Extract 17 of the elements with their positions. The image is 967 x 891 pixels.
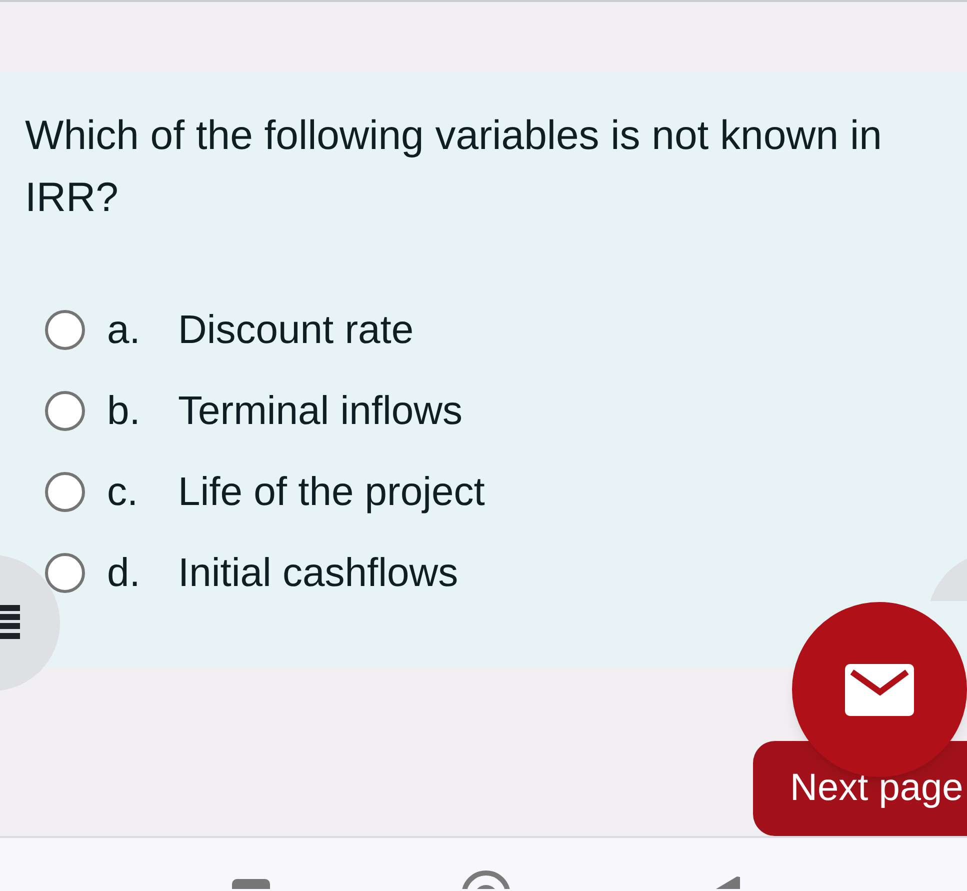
radio-button[interactable] xyxy=(45,552,85,592)
question-text: Which of the following variables is not known in IRR? xyxy=(25,111,883,222)
drawer-button[interactable] xyxy=(0,555,60,691)
option-letter: c. xyxy=(107,470,138,514)
envelope-icon xyxy=(845,664,914,716)
radio-button[interactable] xyxy=(45,472,85,512)
option-text[interactable]: Discount rate xyxy=(178,306,414,354)
option-text[interactable]: Life of the project xyxy=(178,468,485,516)
radio-button[interactable] xyxy=(45,390,85,430)
option-letter: d. xyxy=(107,550,140,594)
option-letter: b. xyxy=(107,388,140,432)
menu-icon xyxy=(0,605,20,639)
ring-icon[interactable] xyxy=(461,870,511,889)
option-text[interactable]: Terminal inflows xyxy=(178,386,463,434)
option-text[interactable]: Initial cashflows xyxy=(178,548,458,596)
radio-button[interactable] xyxy=(45,310,85,350)
option-letter: a. xyxy=(107,308,140,352)
